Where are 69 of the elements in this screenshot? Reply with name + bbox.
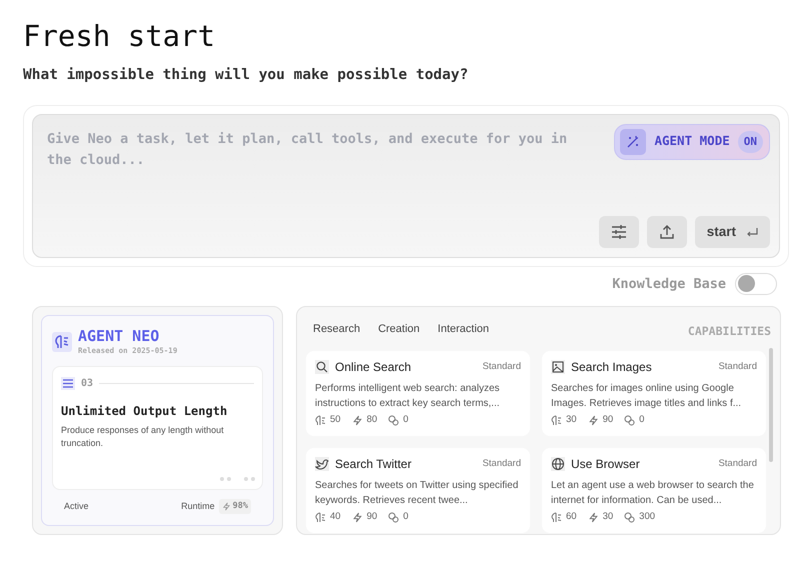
tool-card[interactable]: Search Twitter Standard Searches for tweets on Twitter using specified keywords. Retrieves recent twee... 40 90 0 xyxy=(306,448,530,533)
stat-value: 0 xyxy=(639,413,644,427)
runtime-label: Runtime xyxy=(181,500,215,513)
tier-label: Standard xyxy=(482,456,521,471)
coins-icon xyxy=(388,512,400,523)
stat-value: 30 xyxy=(602,510,614,524)
page-title: Fresh start xyxy=(23,18,216,54)
bolt-icon xyxy=(588,414,599,426)
feature-description: Produce responses of any length without truncation. xyxy=(61,424,225,450)
coins-icon xyxy=(624,414,636,426)
tool-description: Searches for images online using Google Images. Retrieves image titles and links f... xyxy=(551,382,742,411)
tool-name: Use Browser xyxy=(571,456,640,473)
agent-mode-toggle[interactable]: AGENT MODE ON xyxy=(614,124,770,160)
tool-description: Performs intelligent web search: analyzes instructions to extract key search terms,... xyxy=(315,382,501,411)
bolt-icon xyxy=(222,502,231,511)
tool-card[interactable]: Use Browser Standard Let an agent use a web browser to search the internet for information. Can be used... 60 30 300 xyxy=(542,448,766,533)
start-button[interactable]: start xyxy=(694,216,770,248)
knowledge-base-label: Knowledge Base xyxy=(612,274,726,294)
coins-icon xyxy=(388,414,400,426)
tier-label: Standard xyxy=(482,360,521,374)
settings-button[interactable] xyxy=(598,216,639,248)
stat-value: 50 xyxy=(330,413,341,427)
tier-label: Standard xyxy=(718,360,757,374)
category-tab[interactable]: Interaction xyxy=(438,320,490,338)
feature-title: Unlimited Output Length xyxy=(61,403,228,420)
search-icon xyxy=(315,360,329,374)
stat-value: 60 xyxy=(566,510,577,524)
sliders-icon xyxy=(610,224,627,240)
stat-value: 300 xyxy=(639,510,656,524)
upload-icon xyxy=(658,224,675,240)
on-badge: ON xyxy=(738,130,763,153)
coins-icon xyxy=(624,512,636,523)
upload-button[interactable] xyxy=(646,216,687,248)
tool-name: Online Search xyxy=(335,359,412,376)
stat-value: 90 xyxy=(366,510,378,524)
knowledge-base-toggle[interactable] xyxy=(735,272,777,295)
stat-value: 30 xyxy=(566,413,577,427)
tool-description: Searches for tweets on Twitter using specified keywords. Retrieves recent twee... xyxy=(315,479,520,508)
magic-wand-icon xyxy=(620,128,646,155)
tool-name: Search Twitter xyxy=(335,456,412,473)
capabilities-heading: CAPABILITIES xyxy=(688,322,771,340)
bolt-icon xyxy=(588,512,599,523)
runtime-badge: 98% xyxy=(218,499,251,514)
globe-icon xyxy=(551,457,565,471)
enter-icon xyxy=(746,226,758,237)
bolt-icon xyxy=(352,512,363,523)
tool-card[interactable]: Search Images Standard Searches for images online using Google Images. Retrieves image titles and links f... 30 90 0 xyxy=(542,351,766,436)
tier-label: Standard xyxy=(718,456,757,471)
stat-value: 0 xyxy=(403,510,408,524)
category-tab[interactable]: Creation xyxy=(378,320,420,338)
stat-value: 80 xyxy=(366,413,378,427)
tool-name: Search Images xyxy=(571,359,652,376)
agent-name: AGENT NEO xyxy=(78,328,160,345)
tool-card[interactable]: Online Search Standard Performs intelligent web search: analyzes instructions to extract key search terms,... 50 80 0 xyxy=(306,351,530,436)
bolt-icon xyxy=(352,414,363,426)
stat-value: 0 xyxy=(403,413,408,427)
list-icon xyxy=(61,377,75,390)
feature-number: 03 xyxy=(81,377,94,391)
stat-value: 90 xyxy=(602,413,614,427)
stat-value: 40 xyxy=(330,510,341,524)
tool-description: Let an agent use a web browser to search the internet for information. Can be used... xyxy=(551,479,755,508)
agent-status: Active xyxy=(64,500,89,513)
bird-icon xyxy=(315,457,329,471)
task-input-field[interactable]: Give Neo a task, let it plan, call tools, and execute for you in the cloud... AGENT MODE ON start xyxy=(32,114,780,258)
category-tab[interactable]: Research xyxy=(313,320,360,338)
image-icon xyxy=(551,360,565,374)
scrollbar[interactable] xyxy=(769,348,773,462)
page-subtitle: What impossible thing will you make possible today? xyxy=(23,66,468,85)
pagination-dots-icon xyxy=(220,477,256,481)
